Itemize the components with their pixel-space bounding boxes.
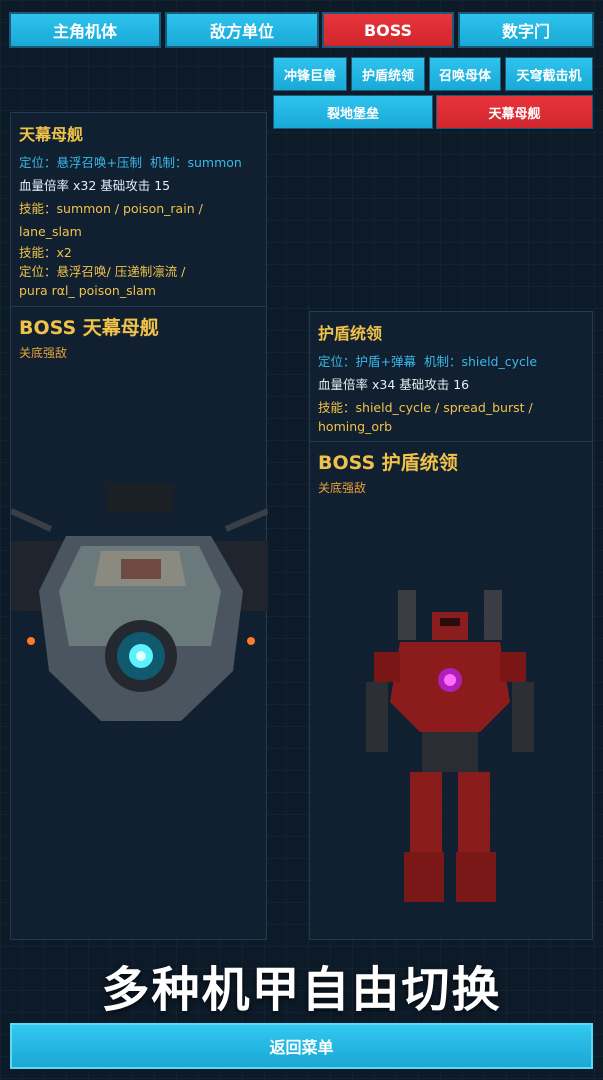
stats-line: 血量倍率 x34 基础攻击 16 (318, 377, 470, 392)
subtab-sky-interceptor[interactable]: 天穹截击机 (505, 57, 593, 91)
tab-digital-gate[interactable]: 数字门 (458, 12, 594, 48)
skills2-value: x2 (56, 245, 72, 260)
stats-line: 血量倍率 x32 基础攻击 15 (19, 178, 171, 193)
boss-header: BOSS 天幕母舰 关底强敌 (11, 306, 266, 367)
boss-subtitle: 关底强敌 (318, 481, 367, 495)
boss-title: BOSS 天幕母舰 (19, 317, 159, 339)
skills-cont: homing_orb (318, 419, 393, 434)
tab-boss[interactable]: BOSS (322, 12, 454, 48)
mech-value: shield_cycle (461, 354, 538, 369)
unit-name: 天幕母舰 (19, 125, 84, 144)
role2-cont: pura rαl_ poison_slam (19, 283, 156, 298)
info-block: 护盾统领 定位：护盾+弹幕 机制：shield_cycle 血量倍率 x34 基… (310, 312, 592, 441)
skills-line: 技能：summon / poison_rain / lane_slam (19, 197, 258, 243)
skills-line: 技能：shield_cycle / spread_burst / (318, 396, 584, 419)
info-block: 天幕母舰 定位：悬浮召唤+压制 机制：summon 血量倍率 x32 基础攻击 … (11, 113, 266, 306)
headline: 多种机甲自由切换 (101, 962, 502, 1018)
subtab-charge-beast[interactable]: 冲锋巨兽 (273, 57, 347, 91)
role-value: 护盾+弹幕 (355, 354, 416, 369)
role-line: 定位：悬浮召唤+压制 机制：summon (19, 151, 258, 174)
role-value: 悬浮召唤+压制 (56, 155, 142, 170)
role-label: 定位： (318, 354, 356, 369)
shield-commander-image (366, 590, 534, 902)
skills2-line: 技能：x2 (19, 243, 258, 262)
skills2-label: 技能： (19, 245, 57, 260)
skills-value: shield_cycle / spread_burst / (355, 400, 533, 415)
boss-title: BOSS 护盾统领 (318, 452, 458, 474)
tab-player-mech[interactable]: 主角机体 (9, 12, 161, 48)
skills-label: 技能： (19, 201, 57, 216)
mech-label: 机制： (423, 354, 462, 369)
role2-label: 定位： (19, 264, 57, 279)
skills-label: 技能： (318, 400, 356, 415)
mothership-image (11, 483, 268, 721)
role-line: 定位：护盾+弹幕 机制：shield_cycle (318, 350, 584, 373)
subtab-shield-commander[interactable]: 护盾统领 (351, 57, 425, 91)
back-to-menu-button[interactable]: 返回菜单 (10, 1023, 593, 1069)
mech-value: summon (187, 155, 242, 170)
subtab-earth-fortress[interactable]: 裂地堡垒 (273, 95, 433, 129)
role-label: 定位： (19, 155, 57, 170)
boss-card-right: 护盾统领 定位：护盾+弹幕 机制：shield_cycle 血量倍率 x34 基… (309, 311, 593, 940)
subtab-sky-mothership[interactable]: 天幕母舰 (436, 95, 593, 129)
unit-name: 护盾统领 (318, 324, 383, 343)
boss-header: BOSS 护盾统领 关底强敌 (310, 441, 592, 502)
role2-line: 定位：悬浮召唤/ 压递制凛流 / (19, 262, 258, 281)
boss-subtitle: 关底强敌 (19, 346, 68, 360)
mech-label: 机制： (149, 155, 188, 170)
tab-enemy-units[interactable]: 敌方单位 (165, 12, 319, 48)
subtab-summon-mother[interactable]: 召唤母体 (429, 57, 501, 91)
role2-value: 悬浮召唤/ 压递制凛流 / (56, 264, 186, 279)
boss-card-left: 天幕母舰 定位：悬浮召唤+压制 机制：summon 血量倍率 x32 基础攻击 … (10, 112, 268, 940)
